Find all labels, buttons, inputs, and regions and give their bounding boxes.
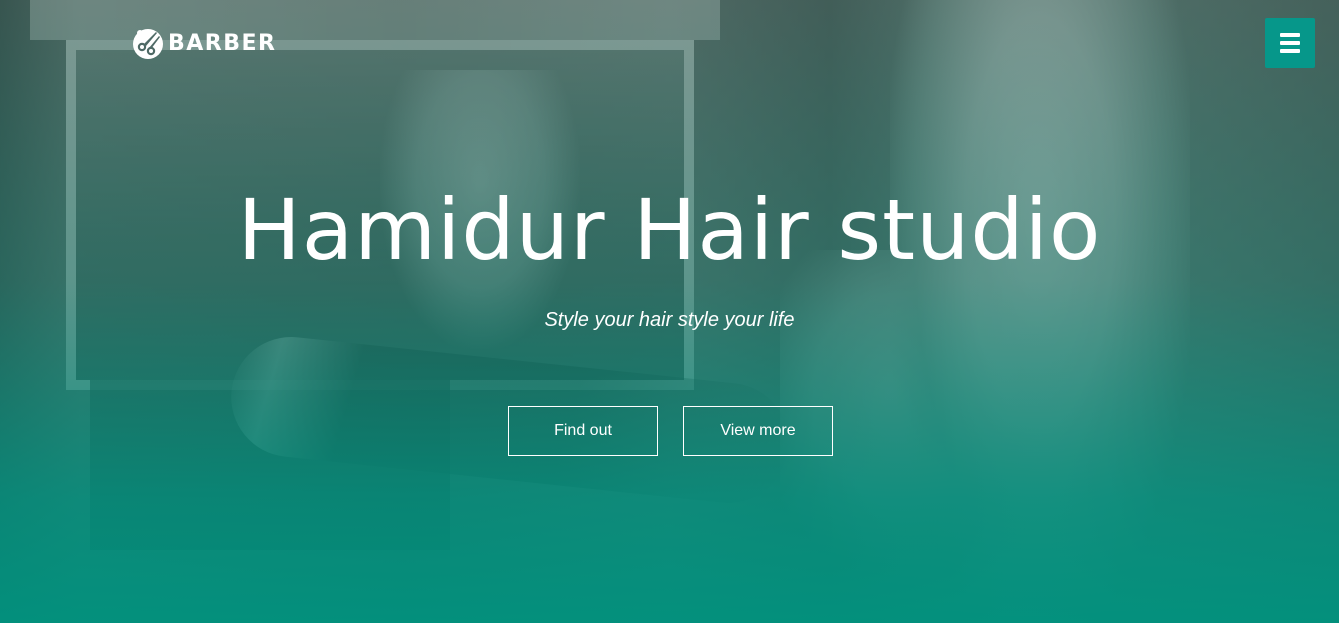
find-out-button[interactable]: Find out	[508, 406, 658, 456]
hero-section: BARBER Hamidur Hair studio Style your ha…	[0, 0, 1339, 623]
hero-title: Hamidur Hair studio	[237, 181, 1102, 279]
menu-button[interactable]	[1265, 18, 1315, 68]
scissors-icon	[133, 29, 163, 59]
view-more-button[interactable]: View more	[683, 406, 833, 456]
hero-subtitle: Style your hair style your life	[544, 309, 795, 331]
brand-name: BARBER	[168, 30, 277, 56]
hero-buttons: Find out View more	[508, 406, 833, 456]
hamburger-menu-icon	[1280, 33, 1300, 53]
brand-logo[interactable]: BARBER	[131, 26, 276, 60]
